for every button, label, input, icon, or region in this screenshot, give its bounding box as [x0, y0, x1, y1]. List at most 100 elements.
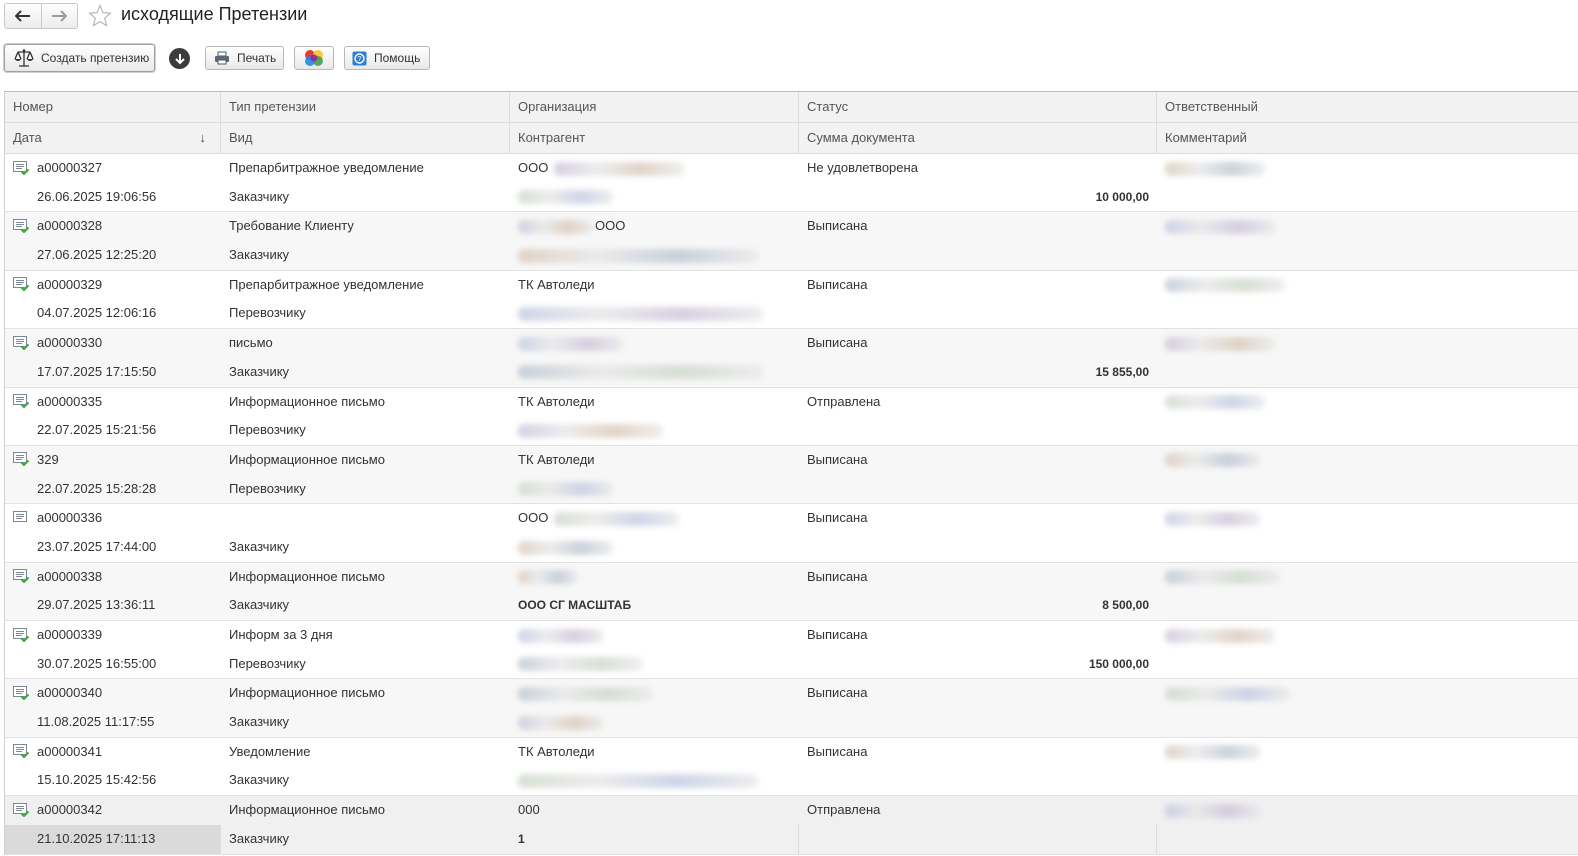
row-line-secondary: 22.07.2025 15:21:56 Перевозчику — [5, 416, 1578, 445]
number-value: а00000328 — [37, 218, 103, 234]
print-button[interactable]: Печать — [205, 46, 284, 70]
column-contractor[interactable]: Контрагент — [510, 123, 799, 153]
cell-comment — [1157, 708, 1578, 737]
cell-claim-type: Информ за 3 дня — [229, 627, 333, 642]
column-responsible[interactable]: Ответственный — [1157, 92, 1578, 122]
favorite-star-icon[interactable] — [88, 4, 112, 28]
row-line-primary: а00000329 Препарбитражное уведомление ТК А… — [5, 271, 1578, 300]
cell-number: а00000342 — [5, 796, 221, 825]
color-palette-button[interactable] — [294, 46, 334, 70]
table-row[interactable]: а00000328 Требование Клиенту ООО Выписана 27… — [5, 212, 1578, 271]
cell-contractor — [510, 358, 799, 387]
redacted-text — [518, 423, 663, 438]
table-row[interactable]: а00000329 Препарбитражное уведомление ТК А… — [5, 271, 1578, 330]
cell-status: Выписана — [807, 335, 868, 351]
cell-organization — [510, 329, 799, 358]
column-document-amount[interactable]: Сумма документа — [799, 123, 1157, 153]
organization-value: ТК Автоледи — [518, 393, 595, 409]
cell-kind: Заказчику — [229, 597, 290, 613]
cell-amount — [799, 475, 1157, 504]
cell-organization: ТК Автоледи — [510, 271, 799, 300]
cell-comment — [1157, 241, 1578, 270]
table-row[interactable]: 329 Информационное письмо ТК Автоледи Выпис… — [5, 445, 1578, 505]
cell-status: Выписана — [807, 568, 868, 584]
cell-contractor — [510, 183, 799, 212]
cell-amount — [799, 299, 1157, 328]
create-claim-button[interactable]: Создать претензию — [4, 44, 155, 72]
back-button[interactable] — [5, 4, 41, 28]
table-row[interactable]: а00000341 Уведомление ТК Автоледи Выписана 1… — [5, 738, 1578, 797]
document-posted-icon — [13, 452, 29, 467]
cell-responsible — [1157, 621, 1578, 650]
row-line-primary: а00000335 Информационное письмо ТК Автолед… — [5, 388, 1578, 417]
column-number[interactable]: Номер — [5, 92, 221, 122]
cell-comment — [1157, 183, 1578, 212]
cell-amount — [799, 416, 1157, 445]
cell-date: 21.10.2025 17:11:13 — [5, 824, 221, 854]
row-line-secondary: 27.06.2025 12:25:20 Заказчику — [5, 241, 1578, 270]
claims-table: Номер Тип претензии Организация Статус О… — [4, 91, 1578, 855]
cell-date: 22.07.2025 15:28:28 — [37, 480, 157, 496]
row-line-primary: а00000342 Информационное письмо 000 Отправл… — [5, 796, 1578, 825]
table-row[interactable]: а00000327 Препарбитражное уведомление ООО Н… — [5, 154, 1578, 213]
cell-responsible — [1157, 271, 1578, 300]
row-line-secondary: 11.08.2025 11:17:55 Заказчику — [5, 708, 1578, 737]
table-row[interactable]: а00000338 Информационное письмо Выписана 29… — [5, 562, 1578, 621]
cell-comment — [1157, 299, 1578, 328]
table-row[interactable]: а00000340 Информационное письмо Выписана 11… — [5, 679, 1578, 738]
table-row[interactable]: а00000330 письмо Выписана 17.07.2025 17:15:… — [5, 329, 1578, 388]
table-row[interactable]: а00000339 Информ за 3 дня Выписана 30.07.20… — [5, 621, 1578, 680]
table-row[interactable]: а00000336 ООО Выписана 23.07.2025 17:44:00 З… — [5, 504, 1578, 563]
cell-claim-type: Информационное письмо — [229, 451, 385, 467]
cell-responsible — [1157, 388, 1578, 417]
cell-responsible — [1157, 504, 1578, 533]
more-actions-button[interactable] — [169, 48, 190, 69]
column-comment[interactable]: Комментарий — [1157, 123, 1578, 153]
number-value: а00000329 — [37, 276, 103, 292]
column-organization[interactable]: Организация — [510, 92, 799, 122]
number-value: а00000342 — [37, 802, 103, 818]
row-line-secondary: 30.07.2025 16:55:00 Перевозчику 150 000,00 — [5, 650, 1578, 679]
cell-responsible — [1157, 563, 1578, 592]
cell-number: а00000341 — [5, 738, 221, 767]
table-row[interactable]: а00000335 Информационное письмо ТК Автолед… — [5, 388, 1578, 446]
redacted-text — [1165, 161, 1265, 176]
number-value: 329 — [37, 451, 59, 467]
cell-responsible — [1157, 212, 1578, 241]
cell-status: Выписана — [807, 451, 868, 467]
column-date[interactable]: Дата ↓ — [5, 123, 221, 153]
cell-claim-type: Информационное письмо — [229, 568, 385, 584]
column-claim-type[interactable]: Тип претензии — [221, 92, 510, 122]
cell-comment — [1157, 533, 1578, 562]
cell-responsible — [1157, 679, 1578, 708]
redacted-text — [518, 219, 593, 234]
row-line-primary: а00000327 Препарбитражное уведомление ООО Н… — [5, 154, 1578, 183]
row-line-secondary: 17.07.2025 17:15:50 Заказчику 15 855,00 — [5, 358, 1578, 387]
cell-amount — [799, 824, 1157, 854]
document-icon — [13, 510, 27, 522]
print-label: Печать — [237, 51, 277, 65]
cell-status: Выписана — [807, 627, 868, 642]
cell-claim-type: Препарбитражное уведомление — [229, 276, 424, 292]
forward-button[interactable] — [40, 4, 78, 28]
column-status[interactable]: Статус — [799, 92, 1157, 122]
redacted-text — [518, 715, 603, 730]
cell-amount: 150 000,00 — [1088, 656, 1149, 671]
table-row[interactable]: а00000342 Информационное письмо 000 Отправл… — [5, 796, 1578, 855]
cell-claim-type: Информационное письмо — [229, 393, 385, 409]
row-line-secondary: 26.06.2025 19:06:56 Заказчику 10 000,00 — [5, 183, 1578, 212]
redacted-text — [518, 365, 763, 380]
cell-date: 26.06.2025 19:06:56 — [37, 188, 157, 204]
redacted-text — [518, 570, 578, 585]
cell-number: а00000340 — [5, 679, 221, 708]
help-button[interactable]: ? Помощь — [344, 46, 430, 70]
redacted-text — [1165, 570, 1280, 585]
redacted-text — [518, 540, 613, 555]
table-body: а00000327 Препарбитражное уведомление ООО Н… — [5, 154, 1578, 855]
column-kind[interactable]: Вид — [221, 123, 510, 153]
cell-number: а00000328 — [5, 212, 221, 241]
scales-icon — [14, 49, 34, 67]
row-line-secondary: 22.07.2025 15:28:28 Перевозчику — [5, 475, 1578, 504]
organization-value: ООО — [518, 510, 549, 526]
document-posted-icon — [13, 394, 29, 409]
